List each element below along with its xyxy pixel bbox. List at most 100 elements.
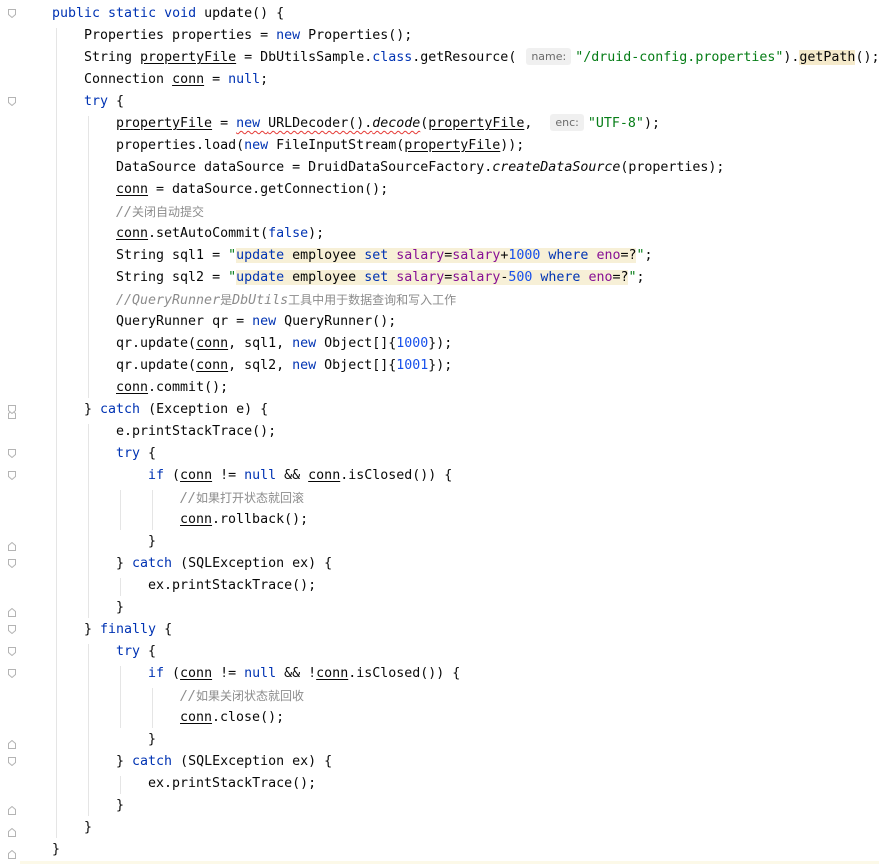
code-token: catch — [132, 754, 181, 769]
code-line[interactable]: } — [116, 795, 124, 817]
code-line[interactable]: } finally { — [84, 619, 172, 641]
fold-close-icon[interactable] — [8, 850, 16, 859]
code-token: } — [116, 798, 125, 813]
fold-close-icon[interactable] — [8, 542, 16, 551]
code-line[interactable]: //如果打开状态就回滚 — [180, 487, 304, 509]
code-line[interactable]: QueryRunner qr = new QueryRunner(); — [116, 311, 396, 333]
code-token: { — [164, 622, 173, 637]
code-token: DataSource dataSource = DruidDataSourceF… — [116, 160, 493, 175]
code-line[interactable]: properties.load(new FileInputStream(prop… — [116, 135, 524, 157]
code-token: propertyFile — [404, 138, 501, 153]
fold-close-icon[interactable] — [8, 608, 16, 617]
indent-guide — [88, 424, 89, 618]
code-editor[interactable]: public static void update() {Properties … — [0, 0, 879, 864]
code-line[interactable]: } — [52, 839, 60, 861]
code-token: }); — [428, 358, 453, 373]
code-token: } — [116, 556, 133, 571]
code-line[interactable]: } catch (SQLException ex) { — [116, 751, 332, 773]
fold-open-icon[interactable] — [8, 647, 16, 656]
code-line[interactable]: qr.update(conn, sql1, new Object[]{1000}… — [116, 333, 452, 355]
code-line[interactable]: } catch (Exception e) { — [84, 399, 268, 421]
code-token: " — [228, 248, 237, 263]
code-token: = dataSource.getConnection(); — [148, 182, 389, 197]
code-line[interactable]: } — [84, 817, 92, 839]
code-line[interactable]: } — [116, 597, 124, 619]
code-token: URLDecoder(). — [268, 116, 373, 131]
code-line[interactable]: String sql1 = "update employee set salar… — [116, 245, 653, 267]
code-token: // — [116, 205, 133, 220]
code-token: Object[]{ — [324, 358, 397, 373]
fold-open-icon[interactable] — [8, 9, 16, 18]
code-token: = — [212, 116, 237, 131]
fold-open-icon[interactable] — [8, 405, 16, 414]
code-line[interactable]: String propertyFile = DbUtilsSample.clas… — [84, 47, 879, 69]
code-line[interactable]: try { — [116, 641, 156, 663]
code-token: = — [204, 72, 229, 87]
code-token: .close(); — [212, 710, 285, 725]
indent-guide — [56, 28, 57, 838]
fold-open-icon[interactable] — [8, 97, 16, 106]
code-token: public static void — [52, 6, 205, 21]
code-token: 工具中用于数据查询和写入工作 — [288, 293, 457, 307]
code-line[interactable]: } catch (SQLException ex) { — [116, 553, 332, 575]
code-line[interactable]: ex.printStackTrace(); — [148, 773, 316, 795]
fold-open-icon[interactable] — [8, 669, 16, 678]
code-line[interactable]: conn.setAutoCommit(false); — [116, 223, 324, 245]
code-token: catch — [132, 556, 181, 571]
code-line[interactable]: conn.close(); — [180, 707, 284, 729]
code-token: conn — [196, 358, 229, 373]
code-token: class — [372, 50, 413, 65]
code-line[interactable]: Properties properties = new Properties()… — [84, 25, 412, 47]
code-token: 是 — [220, 293, 233, 307]
code-line[interactable]: try { — [116, 443, 156, 465]
code-token: ( — [172, 468, 181, 483]
code-line[interactable]: qr.update(conn, sql2, new Object[]{1001}… — [116, 355, 452, 377]
code-line[interactable]: if (conn != null && conn.isClosed()) { — [148, 465, 452, 487]
code-token: update — [236, 248, 293, 263]
code-token: Object[]{ — [324, 336, 397, 351]
code-line[interactable]: DataSource dataSource = DruidDataSourceF… — [116, 157, 724, 179]
fold-open-icon[interactable] — [8, 625, 16, 634]
code-token: new — [252, 314, 285, 329]
code-token: 1001 — [396, 358, 429, 373]
code-line[interactable]: } — [148, 531, 156, 553]
code-line[interactable]: try { — [84, 91, 124, 113]
code-line[interactable]: public static void update() { — [52, 3, 284, 25]
code-token: set — [364, 270, 397, 285]
code-line[interactable]: conn = dataSource.getConnection(); — [116, 179, 388, 201]
code-line[interactable]: conn.rollback(); — [180, 509, 308, 531]
code-line[interactable]: if (conn != null && !conn.isClosed()) { — [148, 663, 460, 685]
code-line[interactable]: //QueryRunner是DbUtils工具中用于数据查询和写入工作 — [116, 289, 456, 311]
fold-close-icon[interactable] — [8, 740, 16, 749]
code-token: // — [180, 491, 197, 506]
fold-open-icon[interactable] — [8, 559, 16, 568]
code-line[interactable]: conn.commit(); — [116, 377, 228, 399]
code-token: try — [116, 644, 149, 659]
code-line[interactable]: //如果关闭状态就回收 — [180, 685, 304, 707]
code-token: DbUtils — [232, 293, 289, 308]
code-line[interactable]: //关闭自动提交 — [116, 201, 204, 223]
code-line[interactable]: ex.printStackTrace(); — [148, 575, 316, 597]
code-token: ; — [636, 270, 645, 285]
code-line[interactable]: propertyFile = new URLDecoder().decode(p… — [116, 113, 660, 135]
code-token: "UTF-8" — [587, 116, 644, 131]
code-line[interactable]: } — [148, 729, 156, 751]
code-line[interactable]: Connection conn = null; — [84, 69, 268, 91]
code-token: new — [292, 336, 325, 351]
code-token: 500 — [508, 270, 541, 285]
fold-close-icon[interactable] — [8, 806, 16, 815]
code-line[interactable]: e.printStackTrace(); — [116, 421, 276, 443]
code-token: } — [52, 842, 61, 857]
fold-open-icon[interactable] — [8, 471, 16, 480]
code-token: properties.load( — [116, 138, 245, 153]
code-line[interactable]: String sql2 = "update employee set salar… — [116, 267, 645, 289]
code-token: } — [116, 754, 133, 769]
editor-gutter — [0, 0, 20, 864]
fold-open-icon[interactable] — [8, 757, 16, 766]
fold-open-icon[interactable] — [8, 449, 16, 458]
code-token: where — [540, 270, 589, 285]
fold-close-icon[interactable] — [8, 828, 16, 837]
code-token: eno — [588, 270, 613, 285]
code-token: "/druid-config.properties" — [575, 50, 784, 65]
code-token: .isClosed()) { — [340, 468, 453, 483]
